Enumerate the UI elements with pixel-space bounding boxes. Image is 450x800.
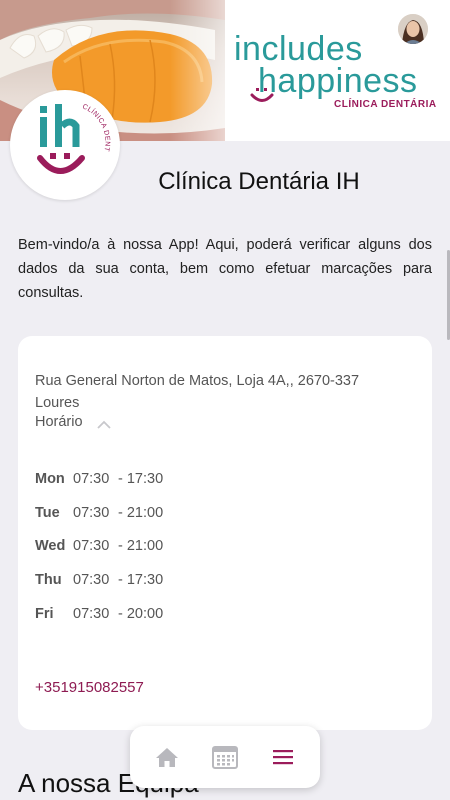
hours-close: - 20:00 — [118, 605, 164, 622]
hours-toggle[interactable]: Horário — [35, 414, 111, 430]
hours-close: - 21:00 — [118, 538, 164, 555]
hours-day: Fri — [35, 605, 54, 622]
chevron-up-icon — [96, 420, 111, 429]
hours-close: - 21:00 — [118, 504, 164, 521]
hours-close: - 17:30 — [118, 571, 164, 588]
hours-open: 07:30 — [73, 571, 110, 588]
brand-tagline: CLÍNICA DENTÁRIA — [334, 99, 437, 110]
hours-row: Wed 07:30 - 21:00 — [35, 529, 163, 563]
hours-day: Mon — [35, 470, 65, 487]
hours-row: Tue 07:30 - 21:00 — [35, 496, 163, 530]
hours-label: Horário — [35, 414, 83, 430]
nav-menu-button[interactable] — [263, 737, 303, 777]
clinic-address: Rua General Norton de Matos, Loja 4A,, 2… — [35, 370, 395, 414]
hours-open: 07:30 — [73, 470, 110, 487]
hours-row: Mon 07:30 - 17:30 — [35, 462, 163, 496]
hours-open: 07:30 — [73, 605, 110, 622]
opening-hours-list: Mon 07:30 - 17:30 Tue 07:30 - 21:00 Wed … — [35, 462, 163, 630]
brand-smile-icon — [250, 88, 274, 102]
hours-day: Thu — [35, 571, 62, 588]
hours-row: Fri 07:30 - 20:00 — [35, 597, 163, 631]
user-avatar[interactable] — [396, 12, 430, 46]
welcome-text: Bem-vindo/a à nossa App! Aqui, poderá ve… — [18, 237, 432, 301]
bottom-navigation — [130, 726, 320, 788]
hours-close: - 17:30 — [118, 470, 164, 487]
brand-wordmark-line2: happiness — [258, 62, 418, 100]
page-title: Clínica Dentária IH — [158, 168, 360, 195]
clinic-info-card: Rua General Norton de Matos, Loja 4A,, 2… — [18, 336, 432, 730]
hours-day: Tue — [35, 504, 60, 521]
address-line: Rua General Norton de Matos, Loja 4A,, 2… — [35, 373, 360, 389]
address-city: Loures — [35, 395, 80, 411]
hours-open: 07:30 — [73, 538, 110, 555]
calendar-icon — [212, 746, 238, 769]
nav-home-button[interactable] — [147, 737, 187, 777]
hours-day: Wed — [35, 538, 66, 555]
nav-calendar-button[interactable] — [205, 737, 245, 777]
phone-link[interactable]: +351915082557 — [35, 679, 144, 696]
menu-icon — [273, 750, 293, 765]
hours-open: 07:30 — [73, 504, 110, 521]
hours-row: Thu 07:30 - 17:30 — [35, 563, 163, 597]
home-icon — [156, 748, 178, 767]
